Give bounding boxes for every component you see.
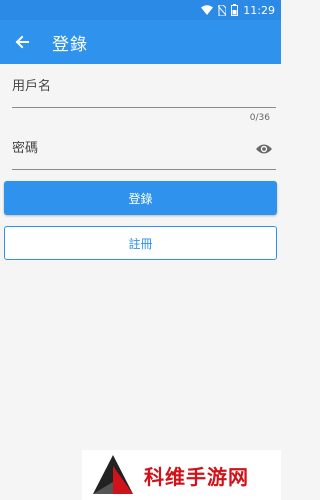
register-button[interactable]: 註冊 [4, 226, 277, 260]
back-button[interactable] [0, 20, 44, 64]
page-title: 登錄 [52, 34, 88, 55]
battery-icon [231, 4, 239, 16]
watermark: 科维手游网 [82, 450, 281, 500]
password-input[interactable] [12, 141, 254, 156]
status-time: 11:29 [243, 3, 275, 17]
password-field-container [12, 128, 276, 170]
app-bar: 登錄 [0, 20, 281, 64]
username-input[interactable] [12, 79, 276, 94]
arrow-back-icon [15, 35, 29, 49]
wifi-icon [201, 5, 214, 15]
watermark-logo-icon [93, 455, 133, 494]
password-counter: 0/36 [249, 113, 270, 123]
status-bar: 11:29 [0, 0, 281, 20]
username-field-container [12, 66, 276, 108]
eye-icon[interactable] [254, 138, 274, 160]
login-button[interactable]: 登錄 [4, 181, 277, 215]
watermark-text: 科维手游网 [144, 464, 249, 489]
no-sim-icon [218, 4, 227, 16]
